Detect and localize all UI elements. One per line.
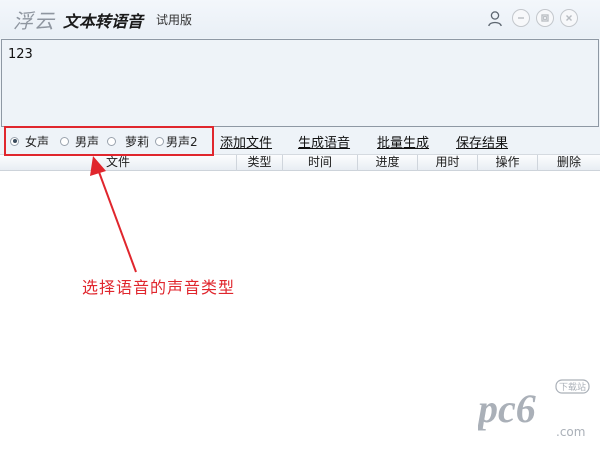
minimize-button[interactable] [512,9,530,27]
watermark-badge: 下载站 [559,381,586,393]
voice-option-male[interactable]: 男声 [60,133,99,150]
edition-label: 试用版 [156,13,193,27]
column-duration[interactable]: 用时 [418,155,478,171]
voice-option-female[interactable]: 女声 [10,133,49,150]
maximize-icon [541,14,549,22]
radio-loli[interactable] [107,136,117,146]
save-result-button[interactable]: 保存结果 [456,132,508,151]
pc6-watermark: pc6 下载站 .com [478,379,590,439]
column-time[interactable]: 时间 [283,155,358,171]
batch-generate-button[interactable]: 批量生成 [377,132,429,151]
user-button[interactable] [486,9,504,27]
voice-label-female: 女声 [25,134,50,149]
text-input-area[interactable] [1,39,599,127]
close-icon [566,15,572,21]
voice-label-male2: 男声2 [166,134,198,149]
app-logo: 浮云 [13,9,55,33]
annotation-caption: 选择语音的声音类型 [82,278,236,297]
voice-option-male2[interactable]: 男声2 [155,133,198,150]
column-action[interactable]: 操作 [478,155,538,171]
title-bar: 浮云 文本转语音 试用版 [0,0,600,38]
minimize-icon [518,17,524,19]
file-table-header: 文件 类型 时间 进度 用时 操作 删除 [0,154,600,171]
watermark-brand: pc6 [478,386,536,431]
radio-male[interactable] [60,136,70,146]
voice-option-loli[interactable]: 萝莉 [107,133,149,150]
column-file[interactable]: 文件 [0,155,237,171]
toolbar: 女声 男声 萝莉 男声2 添加文件 生成语音 批量生成 保存结果 [0,127,600,155]
app-title: 文本转语音 [63,12,144,31]
column-progress[interactable]: 进度 [358,155,418,171]
column-delete[interactable]: 删除 [538,155,600,171]
user-icon [488,10,502,26]
column-type[interactable]: 类型 [237,155,283,171]
generate-speech-button[interactable]: 生成语音 [298,132,350,151]
close-button[interactable] [560,9,578,27]
maximize-button[interactable] [536,9,554,27]
radio-male2[interactable] [155,136,165,146]
watermark-domain: .com [556,425,585,439]
radio-female[interactable] [10,136,19,146]
voice-label-loli: 萝莉 [125,134,150,149]
voice-label-male: 男声 [75,134,100,149]
add-file-button[interactable]: 添加文件 [220,132,272,151]
voice-type-group: 女声 男声 萝莉 男声2 [4,127,198,155]
